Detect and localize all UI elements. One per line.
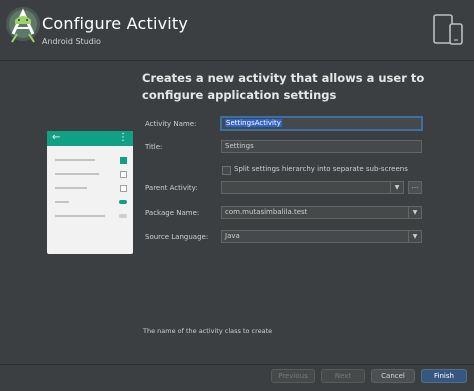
android-studio-logo-icon — [6, 7, 40, 43]
preview-toggle-on — [119, 200, 127, 204]
package-name-combo[interactable]: com.mutasimbalila.test ▼ — [221, 206, 422, 219]
source-language-value: Java — [225, 232, 240, 240]
chevron-down-icon[interactable]: ▼ — [390, 182, 403, 193]
field-hint: The name of the activity class to create — [143, 327, 273, 335]
package-name-value: com.mutasimbalila.test — [225, 208, 308, 216]
wizard-subtitle: Android Studio — [42, 37, 101, 46]
preview-app-bar: ← ⋮ — [47, 131, 133, 146]
preview-row-line — [55, 159, 95, 161]
preview-toggle-off — [119, 214, 127, 218]
parent-activity-label: Parent Activity: — [145, 184, 198, 192]
activity-name-label: Activity Name: — [145, 120, 197, 128]
preview-row-line — [55, 215, 105, 217]
activity-name-input[interactable]: SettingsActivity — [221, 117, 422, 130]
browse-parent-activity-button[interactable]: ... — [408, 181, 422, 194]
preview-checkbox-checked — [120, 157, 127, 164]
phone-tablet-icon — [433, 14, 463, 45]
footer-divider — [0, 364, 474, 365]
parent-activity-combo[interactable]: ▼ — [221, 181, 404, 194]
title-input[interactable]: Settings — [221, 140, 422, 153]
title-label: Title: — [145, 143, 163, 151]
next-button[interactable]: Next — [321, 369, 365, 383]
split-settings-label: Split settings hierarchy into separate s… — [234, 165, 408, 173]
preview-checkbox — [120, 185, 127, 192]
chevron-down-icon[interactable]: ▼ — [408, 231, 421, 242]
preview-checkbox — [120, 171, 127, 178]
preview-row-line — [55, 201, 69, 203]
finish-button[interactable]: Finish — [421, 369, 467, 383]
split-settings-checkbox[interactable] — [222, 166, 231, 175]
wizard-header: Configure Activity Android Studio — [0, 0, 474, 61]
page-description: Creates a new activity that allows a use… — [142, 71, 425, 102]
cancel-button[interactable]: Cancel — [371, 369, 415, 383]
package-name-label: Package Name: — [145, 209, 200, 217]
source-language-combo[interactable]: Java ▼ — [221, 230, 422, 243]
activity-preview: ← ⋮ — [47, 131, 133, 254]
source-language-label: Source Language: — [145, 233, 209, 241]
preview-row-line — [55, 173, 99, 175]
previous-button[interactable]: Previous — [271, 369, 315, 383]
back-arrow-icon: ← — [52, 132, 61, 143]
overflow-menu-icon: ⋮ — [118, 132, 128, 143]
preview-row-line — [55, 187, 87, 189]
activity-name-value: SettingsActivity — [225, 119, 282, 127]
chevron-down-icon[interactable]: ▼ — [408, 207, 421, 218]
wizard-title: Configure Activity — [42, 14, 189, 33]
